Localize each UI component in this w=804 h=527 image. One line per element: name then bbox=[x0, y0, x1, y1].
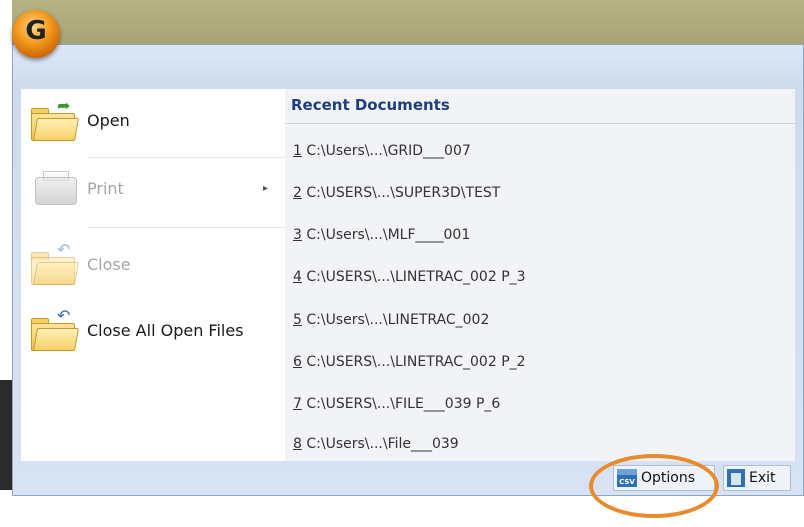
exit-label: Exit bbox=[749, 470, 776, 486]
open-command[interactable]: ➦ Open bbox=[21, 93, 285, 147]
recent-documents-pane: Recent Documents 1 C:\Users\...\GRID___0… bbox=[285, 89, 795, 461]
open-folder-icon: ➦ bbox=[29, 98, 80, 143]
open-label: Open bbox=[87, 110, 130, 130]
close-folder-icon: ↶ bbox=[29, 242, 80, 287]
options-button[interactable]: CSV Options bbox=[613, 465, 715, 491]
separator bbox=[87, 157, 285, 158]
print-command[interactable]: Print ▸ bbox=[21, 161, 285, 215]
recent-document-item[interactable]: 2 C:\USERS\...\SUPER3D\TEST bbox=[289, 178, 504, 208]
recent-document-item[interactable]: 5 C:\Users\...\LINETRAC_002 bbox=[289, 305, 493, 335]
recent-document-item[interactable]: 8 C:\Users\...\File___039 bbox=[289, 429, 463, 459]
close-all-label: Close All Open Files bbox=[87, 320, 244, 340]
separator bbox=[87, 227, 285, 228]
options-label: Options bbox=[641, 470, 696, 486]
csv-options-icon: CSV bbox=[617, 469, 637, 487]
menu-footer: CSV Options Exit bbox=[21, 464, 795, 492]
close-all-command[interactable]: ↶ Close All Open Files bbox=[21, 303, 285, 357]
title-bar-background bbox=[12, 0, 804, 44]
printer-icon bbox=[29, 167, 79, 211]
close-label: Close bbox=[87, 254, 131, 274]
application-window: G ➦ Open Print ▸ ↶ Close ↶ Close All Ope… bbox=[0, 0, 804, 527]
separator bbox=[285, 123, 795, 124]
recent-document-item[interactable]: 3 C:\Users\...\MLF____001 bbox=[289, 220, 474, 250]
application-menu-button[interactable]: G bbox=[12, 10, 60, 58]
recent-documents-title: Recent Documents bbox=[291, 96, 450, 114]
recent-document-item[interactable]: 1 C:\Users\...\GRID___007 bbox=[289, 136, 475, 166]
close-all-folder-icon: ↶ bbox=[29, 308, 80, 353]
recent-document-item[interactable]: 6 C:\USERS\...\LINETRAC_002 P_2 bbox=[289, 347, 530, 377]
close-command[interactable]: ↶ Close bbox=[21, 237, 285, 291]
recent-document-item[interactable]: 7 C:\USERS\...\FILE___039 P_6 bbox=[289, 389, 504, 419]
submenu-arrow-icon: ▸ bbox=[263, 182, 269, 194]
app-logo-icon: G bbox=[25, 16, 47, 46]
recent-document-item[interactable]: 4 C:\USERS\...\LINETRAC_002 P_3 bbox=[289, 262, 530, 292]
command-pane: ➦ Open Print ▸ ↶ Close ↶ Close All Open … bbox=[21, 89, 286, 461]
exit-icon bbox=[727, 469, 745, 487]
exit-button[interactable]: Exit bbox=[723, 465, 791, 491]
print-label: Print bbox=[87, 178, 124, 198]
background-window-edge bbox=[0, 380, 12, 490]
